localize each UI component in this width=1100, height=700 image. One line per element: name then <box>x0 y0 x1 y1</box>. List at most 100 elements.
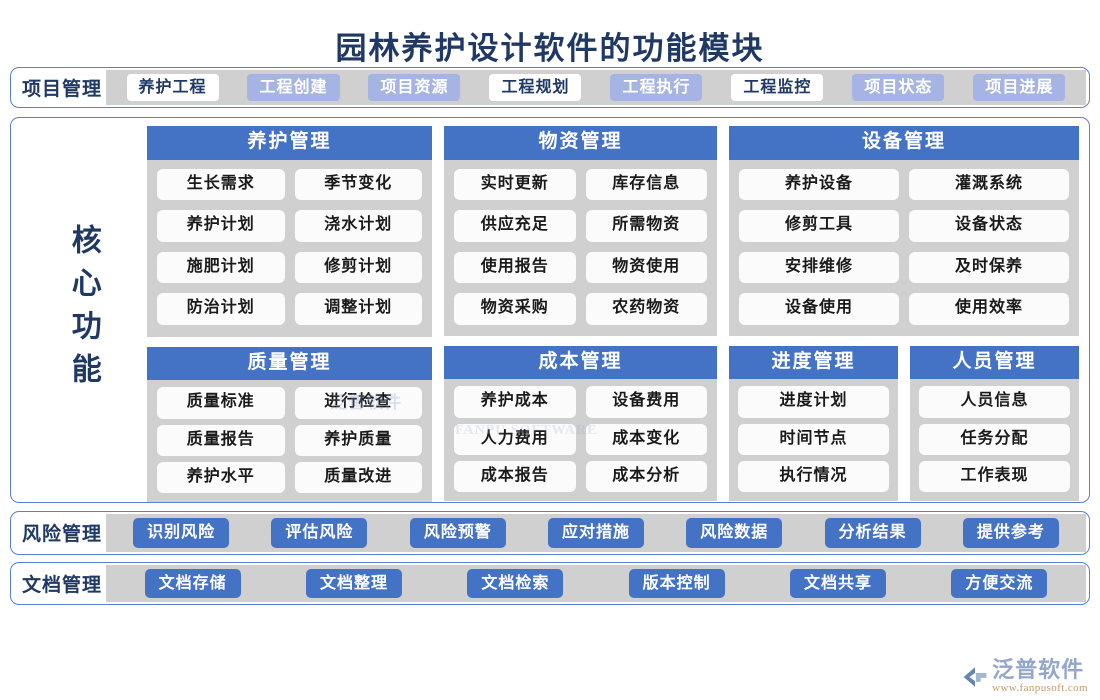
project-chip-8[interactable]: 项目进展 <box>973 74 1066 102</box>
cost-item-3[interactable]: 人力费用 <box>454 423 576 456</box>
progress-item-3[interactable]: 执行情况 <box>738 461 889 493</box>
cost-item-1[interactable]: 养护成本 <box>454 386 576 418</box>
risk-chip-1[interactable]: 识别风险 <box>133 518 230 548</box>
project-chip-6[interactable]: 工程监控 <box>731 74 824 102</box>
maintenance-item-8[interactable]: 调整计划 <box>294 293 422 325</box>
quality-item-3[interactable]: 质量报告 <box>157 424 285 457</box>
fanpu-logo: 泛普软件 www.fanpusoft.com <box>962 659 1088 694</box>
risk-chip-4[interactable]: 应对措施 <box>547 518 644 548</box>
cost-item-2[interactable]: 设备费用 <box>585 386 707 418</box>
quality-item-5[interactable]: 养护水平 <box>157 462 285 494</box>
progress-item-2[interactable]: 时间节点 <box>738 423 889 456</box>
equipment-item-1[interactable]: 养护设备 <box>739 169 899 201</box>
core-modules-columns: 养护管理 生长需求 季节变化 养护计划 浇水计划 施肥计划 修剪计划 防治计划 调整计划 质量… <box>147 126 1081 503</box>
module-items-people: 人员信息任务分配工作表现 <box>910 379 1079 502</box>
module-title-cost: 成本管理 <box>444 345 717 380</box>
project-management-label: 项目管理 <box>14 70 107 106</box>
maintenance-item-7[interactable]: 防治计划 <box>157 293 285 325</box>
module-card-equipment: 设备管理 养护设备 灌溉系统 修剪工具 设备状态 安排维修 及时保养 设备使用 使用效率 <box>729 126 1079 336</box>
equipment-item-6[interactable]: 及时保养 <box>909 251 1069 284</box>
material-item-6[interactable]: 物资使用 <box>585 251 707 284</box>
equipment-item-5[interactable]: 安排维修 <box>739 251 899 284</box>
risk-management-chips: 识别风险 评估风险 风险预警 应对措施 风险数据 分析结果 提供参考 <box>106 514 1086 552</box>
project-chip-3[interactable]: 项目资源 <box>368 74 461 102</box>
risk-chip-7[interactable]: 提供参考 <box>962 518 1059 548</box>
module-title-progress: 进度管理 <box>729 345 898 380</box>
quality-item-2[interactable]: 进行检查 <box>294 387 422 419</box>
project-chip-2[interactable]: 工程创建 <box>247 74 340 102</box>
equipment-item-2[interactable]: 灌溉系统 <box>909 169 1069 201</box>
maintenance-item-1[interactable]: 生长需求 <box>157 169 285 201</box>
people-item-1[interactable]: 人员信息 <box>919 386 1070 418</box>
cost-item-6[interactable]: 成本分析 <box>585 461 707 493</box>
module-title-quality: 质量管理 <box>147 346 432 381</box>
module-card-cost: 成本管理 养护成本 设备费用 人力费用 成本变化 成本报告 成本分析 <box>444 345 717 502</box>
module-card-progress: 进度管理 进度计划时间节点执行情况 <box>729 345 898 502</box>
material-item-5[interactable]: 使用报告 <box>454 251 576 284</box>
risk-chip-5[interactable]: 风险数据 <box>686 518 783 548</box>
fanpu-logo-name: 泛普软件 <box>992 657 1085 682</box>
equipment-item-8[interactable]: 使用效率 <box>909 293 1069 325</box>
project-chip-4[interactable]: 工程规划 <box>489 74 582 102</box>
material-item-3[interactable]: 供应充足 <box>454 210 576 242</box>
maintenance-item-6[interactable]: 修剪计划 <box>294 251 422 284</box>
document-chip-1[interactable]: 文档存储 <box>144 568 241 598</box>
core-column-middle: 物资管理 实时更新 库存信息 供应充足 所需物资 使用报告 物资使用 物资采购 农药物资 成本… <box>444 126 717 502</box>
material-item-8[interactable]: 农药物资 <box>585 293 707 325</box>
document-chip-5[interactable]: 文档共享 <box>789 568 886 598</box>
project-chip-1[interactable]: 养护工程 <box>126 74 219 102</box>
material-item-2[interactable]: 库存信息 <box>585 169 707 201</box>
progress-item-1[interactable]: 进度计划 <box>738 386 889 418</box>
document-chip-2[interactable]: 文档整理 <box>306 568 403 598</box>
risk-management-row: 风险管理 识别风险 评估风险 风险预警 应对措施 风险数据 分析结果 提供参考 <box>10 511 1090 555</box>
module-title-maintenance: 养护管理 <box>147 126 432 161</box>
module-items-material: 实时更新 库存信息 供应充足 所需物资 使用报告 物资使用 物资采购 农药物资 <box>444 160 717 336</box>
quality-item-4[interactable]: 养护质量 <box>294 424 422 457</box>
core-lower-right-row: 进度管理 进度计划时间节点执行情况 人员管理 人员信息任务分配工作表现 <box>729 345 1079 502</box>
core-functions-label-text: 核心功能 <box>66 224 100 397</box>
project-chip-7[interactable]: 项目状态 <box>852 74 945 102</box>
risk-management-label: 风险管理 <box>14 514 107 552</box>
module-items-maintenance: 生长需求 季节变化 养护计划 浇水计划 施肥计划 修剪计划 防治计划 调整计划 <box>147 160 432 337</box>
module-title-equipment: 设备管理 <box>729 126 1079 161</box>
risk-chip-2[interactable]: 评估风险 <box>271 518 368 548</box>
cost-item-4[interactable]: 成本变化 <box>585 423 707 456</box>
project-management-row: 项目管理 养护工程 工程创建 项目资源 工程规划 工程执行 工程监控 项目状态 项目进展 <box>10 67 1090 109</box>
people-item-3[interactable]: 工作表现 <box>919 461 1070 493</box>
equipment-item-7[interactable]: 设备使用 <box>739 293 899 325</box>
cost-item-5[interactable]: 成本报告 <box>454 461 576 493</box>
document-management-label: 文档管理 <box>14 564 107 602</box>
maintenance-item-2[interactable]: 季节变化 <box>294 169 422 201</box>
equipment-item-4[interactable]: 设备状态 <box>909 210 1069 242</box>
project-management-chips: 养护工程 工程创建 项目资源 工程规划 工程执行 工程监控 项目状态 项目进展 <box>106 70 1086 106</box>
maintenance-item-3[interactable]: 养护计划 <box>157 210 285 242</box>
risk-chip-3[interactable]: 风险预警 <box>409 518 506 548</box>
quality-item-6[interactable]: 质量改进 <box>294 462 422 494</box>
maintenance-item-5[interactable]: 施肥计划 <box>157 251 285 284</box>
risk-chip-6[interactable]: 分析结果 <box>824 518 921 548</box>
fanpu-logo-texts: 泛普软件 www.fanpusoft.com <box>992 659 1088 694</box>
equipment-item-3[interactable]: 修剪工具 <box>739 210 899 242</box>
document-chip-6[interactable]: 方便交流 <box>951 568 1048 598</box>
maintenance-item-4[interactable]: 浇水计划 <box>294 210 422 242</box>
material-item-7[interactable]: 物资采购 <box>454 293 576 325</box>
quality-item-1[interactable]: 质量标准 <box>157 387 285 419</box>
material-item-1[interactable]: 实时更新 <box>454 169 576 201</box>
document-chip-3[interactable]: 文档检索 <box>467 568 564 598</box>
module-items-progress: 进度计划时间节点执行情况 <box>729 379 898 502</box>
project-chip-5[interactable]: 工程执行 <box>610 74 703 102</box>
document-chip-4[interactable]: 版本控制 <box>628 568 725 598</box>
module-card-people: 人员管理 人员信息任务分配工作表现 <box>910 345 1079 502</box>
document-management-chips: 文档存储 文档整理 文档检索 版本控制 文档共享 方便交流 <box>106 564 1086 602</box>
module-title-material: 物资管理 <box>444 126 717 161</box>
module-items-quality: 质量标准 进行检查 质量报告 养护质量 养护水平 质量改进 <box>147 380 432 503</box>
core-functions-panel: 核心功能 养护管理 生长需求 季节变化 养护计划 浇水计划 施肥计划 修剪计划 防治计划 调整… <box>10 117 1090 504</box>
module-items-cost: 养护成本 设备费用 人力费用 成本变化 成本报告 成本分析 <box>444 379 717 502</box>
document-management-row: 文档管理 文档存储 文档整理 文档检索 版本控制 文档共享 方便交流 <box>10 561 1090 605</box>
module-card-quality: 质量管理 质量标准 进行检查 质量报告 养护质量 养护水平 质量改进 <box>147 346 432 503</box>
core-column-right: 设备管理 养护设备 灌溉系统 修剪工具 设备状态 安排维修 及时保养 设备使用 使用效率 进度… <box>729 126 1079 502</box>
people-item-2[interactable]: 任务分配 <box>919 423 1070 456</box>
module-title-people: 人员管理 <box>910 345 1079 380</box>
material-item-4[interactable]: 所需物资 <box>585 210 707 242</box>
module-items-equipment: 养护设备 灌溉系统 修剪工具 设备状态 安排维修 及时保养 设备使用 使用效率 <box>729 160 1079 336</box>
